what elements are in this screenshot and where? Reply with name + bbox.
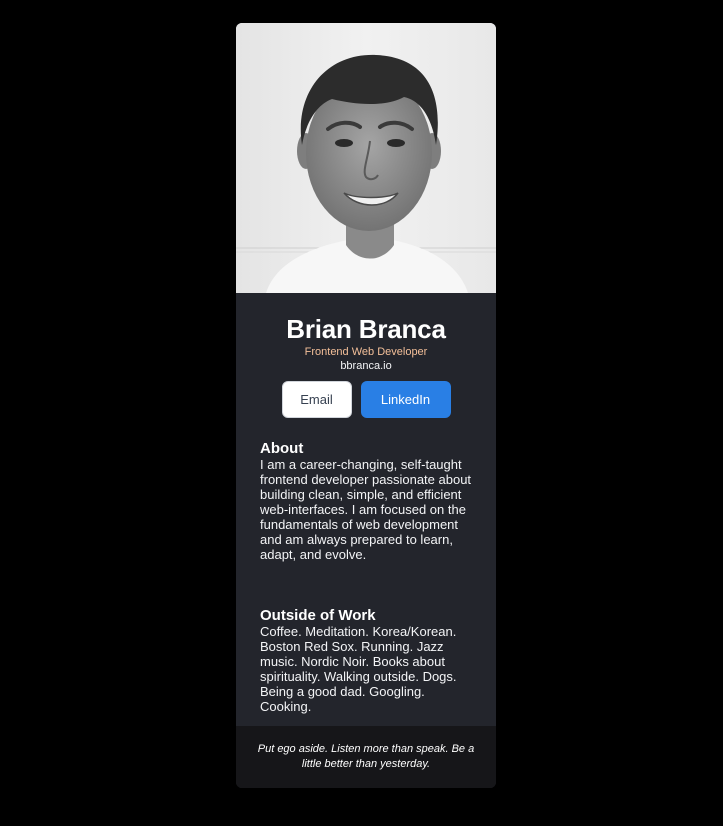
about-heading: About — [260, 440, 304, 457]
about-text: I am a career-changing, self-taught fron… — [260, 457, 472, 562]
profile-name: Brian Branca — [286, 314, 446, 344]
profile-info: Brian Branca Frontend Web Developer bbra… — [236, 293, 496, 418]
profile-role: Frontend Web Developer — [304, 346, 428, 358]
outside-work-heading: Outside of Work — [260, 607, 376, 624]
linkedin-button[interactable]: LinkedIn — [360, 381, 451, 418]
contact-buttons: Email LinkedIn — [236, 381, 496, 418]
footer-quote: Put ego aside. Listen more than speak. B… — [257, 743, 475, 770]
email-button[interactable]: Email — [281, 381, 352, 418]
outside-work-section: Outside of Work Coffee. Meditation. Kore… — [260, 607, 476, 714]
outside-work-text: Coffee. Meditation. Korea/Korean. Boston… — [260, 624, 457, 714]
footer: Put ego aside. Listen more than speak. B… — [236, 726, 496, 788]
profile-photo-graphic — [236, 23, 496, 293]
profile-card: Brian Branca Frontend Web Developer bbra… — [236, 23, 496, 788]
profile-website: bbranca.io — [340, 360, 392, 372]
profile-photo — [236, 23, 496, 293]
about-section: About I am a career-changing, self-taugh… — [260, 440, 476, 562]
